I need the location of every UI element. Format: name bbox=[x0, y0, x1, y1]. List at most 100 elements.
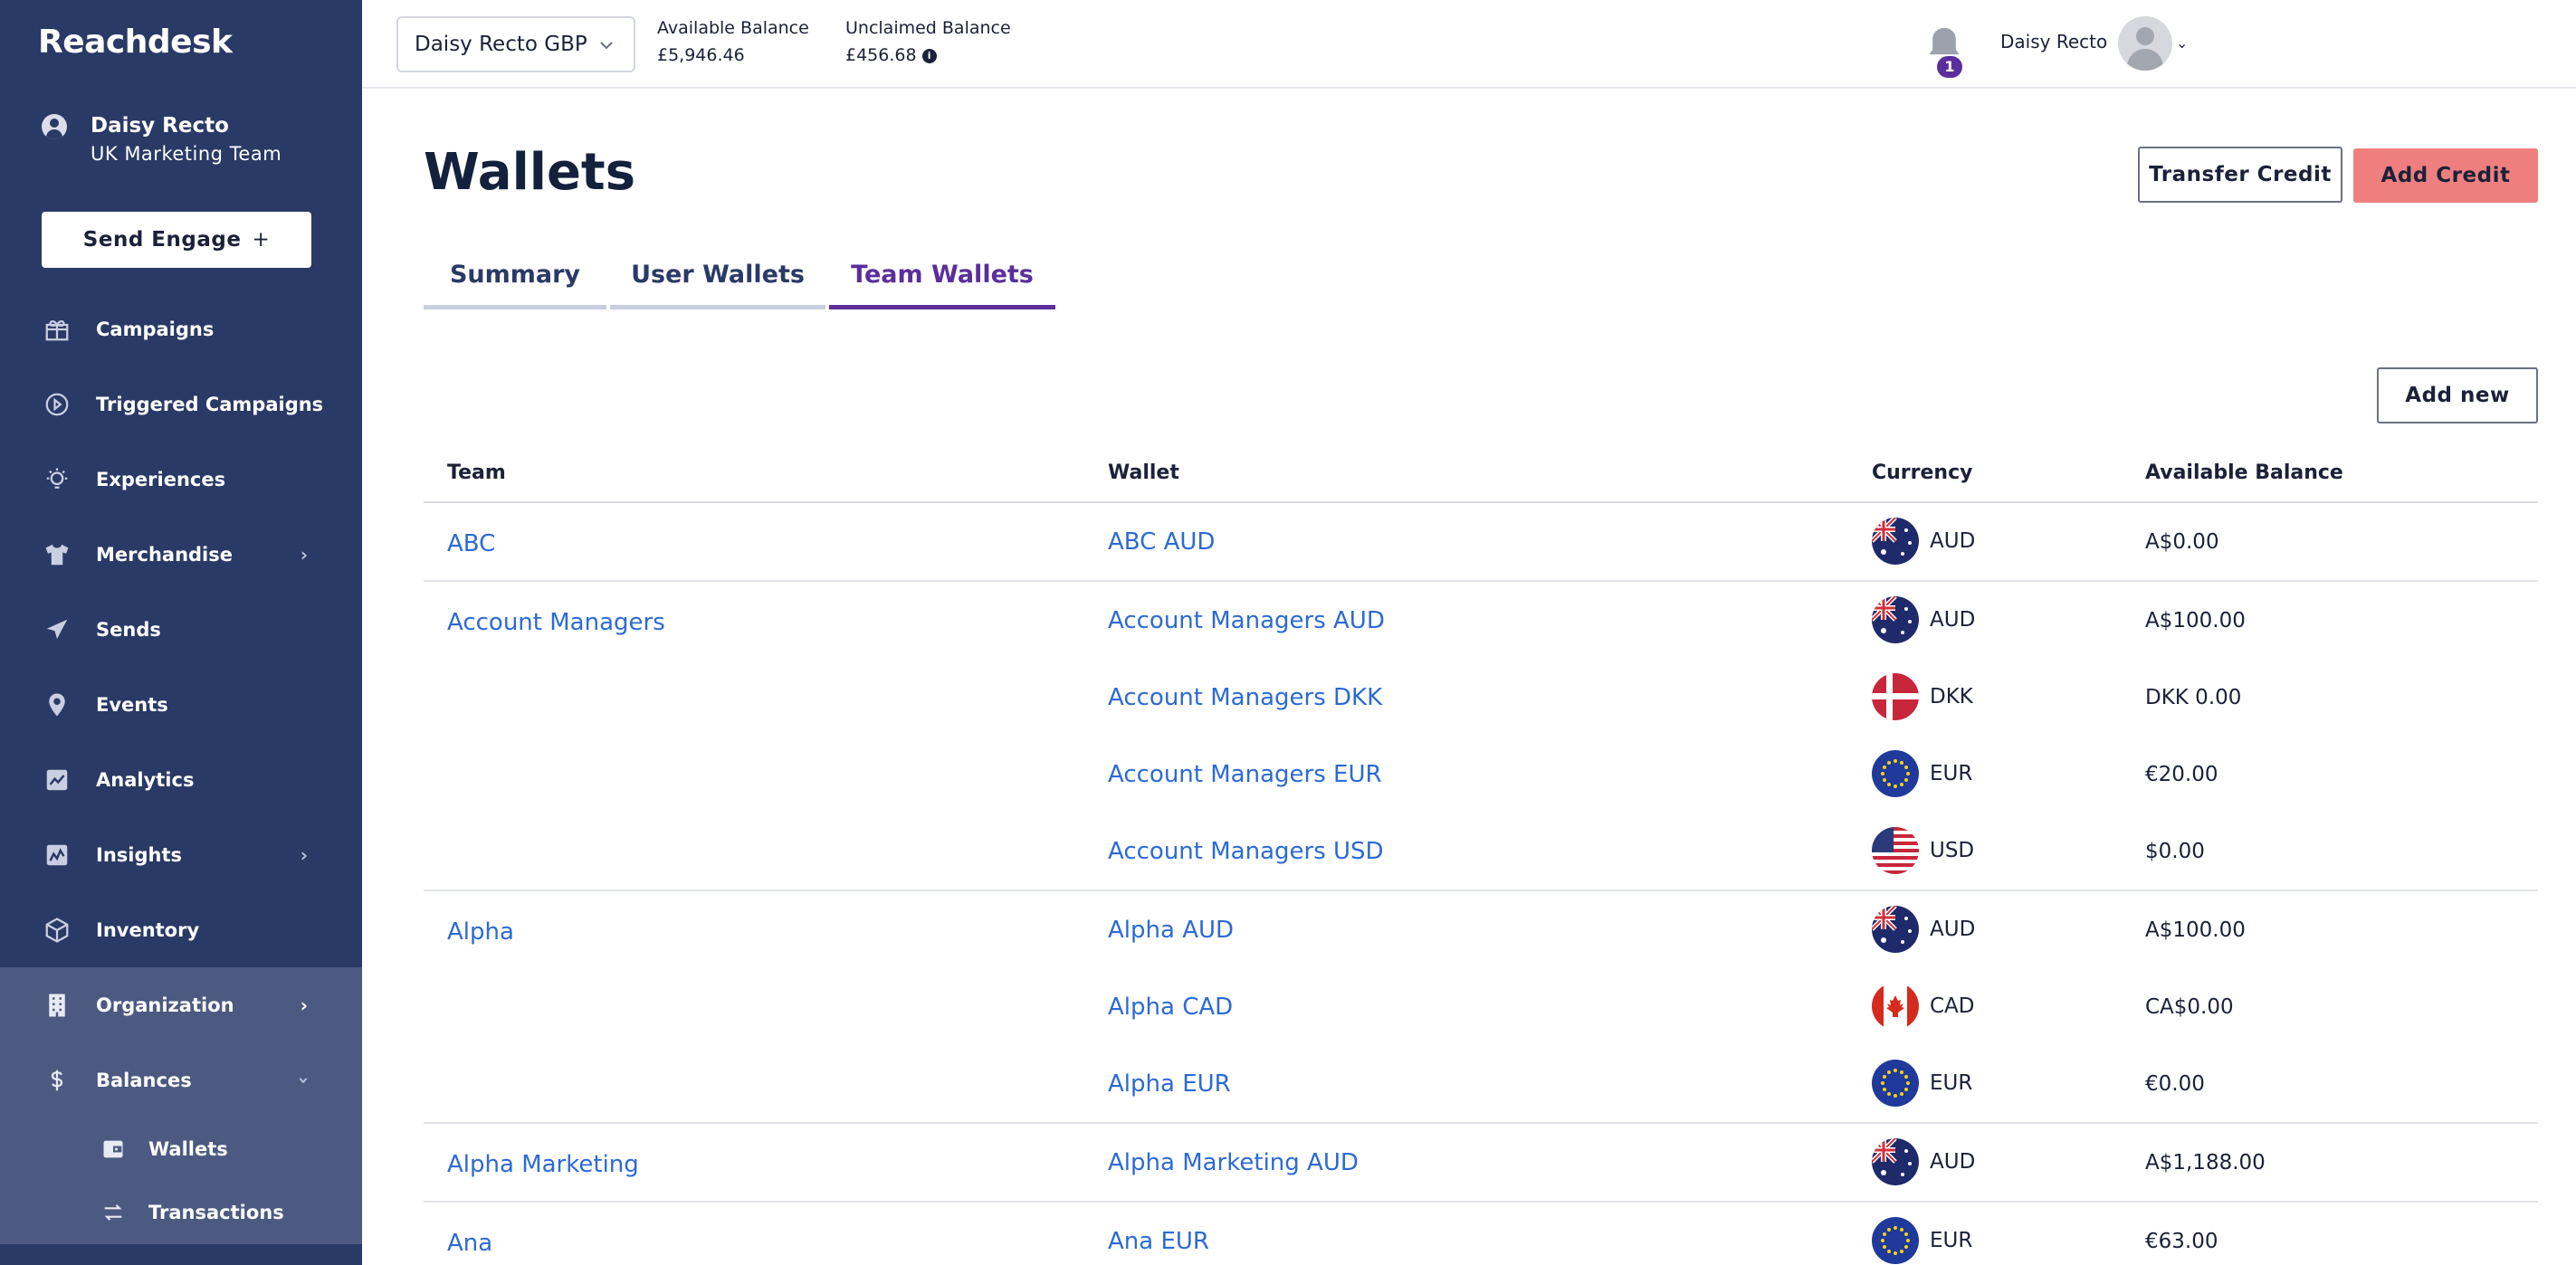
chevron-down-icon bbox=[596, 34, 617, 62]
available-balance-cell: $0.00 bbox=[2145, 840, 2205, 863]
column-header-wallet: Wallet bbox=[1108, 461, 1179, 484]
team-wallets-table: Team Wallet Currency Available Balance A… bbox=[424, 452, 2538, 1265]
wallet-link[interactable]: Account Managers AUD bbox=[1108, 607, 1385, 634]
sidebar-item-label: Events bbox=[96, 693, 168, 716]
sidebar-item-analytics[interactable]: Analytics bbox=[0, 742, 362, 817]
wallet-link[interactable]: Alpha AUD bbox=[1108, 917, 1234, 944]
available-balance-label: Available Balance bbox=[657, 18, 809, 38]
sidebar-item-label: Campaigns bbox=[96, 318, 215, 340]
plus-icon: + bbox=[252, 228, 271, 252]
sidebar-item-label: Inventory bbox=[96, 918, 200, 941]
currency-cell: EUR bbox=[1872, 1217, 1972, 1264]
wallet-icon bbox=[98, 1137, 129, 1162]
team-link[interactable]: Account Managers bbox=[447, 609, 665, 636]
caret-down-icon[interactable]: ⌄ bbox=[2176, 34, 2188, 52]
currency-cell: USD bbox=[1872, 827, 1974, 874]
currency-code: AUD bbox=[1930, 918, 1976, 941]
wallet-select[interactable]: Daisy Recto GBP bbox=[396, 16, 635, 72]
table-row: Alpha Alpha AUD AUD A$100.00 bbox=[424, 891, 2538, 968]
sidebar-item-merchandise[interactable]: Merchandise › bbox=[0, 517, 362, 592]
sidebar-item-triggered-campaigns[interactable]: Triggered Campaigns bbox=[0, 366, 362, 442]
sidebar-subitem-wallets[interactable]: Wallets bbox=[0, 1118, 362, 1181]
sidebar-subitem-label: Transactions bbox=[148, 1202, 284, 1223]
team-link[interactable]: Alpha bbox=[447, 918, 514, 946]
team-group: Ana Ana EUR EUR €63.00 bbox=[424, 1203, 2538, 1265]
wallet-link[interactable]: Account Managers USD bbox=[1108, 838, 1384, 865]
tab-user-wallets[interactable]: User Wallets bbox=[610, 261, 825, 309]
sidebar-item-insights[interactable]: Insights › bbox=[0, 817, 362, 892]
sidebar-item-experiences[interactable]: Experiences bbox=[0, 442, 362, 517]
sidebar-item-campaigns[interactable]: Campaigns bbox=[0, 291, 362, 366]
wallet-link[interactable]: Alpha CAD bbox=[1108, 994, 1233, 1021]
sidebar-item-label: Merchandise bbox=[96, 543, 233, 566]
unclaimed-balance-label: Unclaimed Balance bbox=[845, 18, 1011, 38]
table-row: ABC ABC AUD AUD A$0.00 bbox=[424, 503, 2538, 580]
wallet-link[interactable]: Account Managers DKK bbox=[1108, 684, 1382, 711]
add-credit-button[interactable]: Add Credit bbox=[2353, 148, 2538, 203]
team-link[interactable]: ABC bbox=[447, 530, 495, 557]
unclaimed-balance: Unclaimed Balance £456.68 i bbox=[845, 18, 1011, 65]
currency-code: EUR bbox=[1930, 762, 1973, 785]
table-row: Ana Ana EUR EUR €63.00 bbox=[424, 1203, 2538, 1265]
currency-cell: AUD bbox=[1872, 518, 1975, 565]
team-link[interactable]: Alpha Marketing bbox=[447, 1151, 639, 1178]
tshirt-icon bbox=[42, 539, 72, 570]
available-balance-cell: A$1,188.00 bbox=[2145, 1151, 2266, 1175]
send-engage-button[interactable]: Send Engage + bbox=[42, 212, 311, 268]
wallet-link[interactable]: Alpha EUR bbox=[1108, 1070, 1231, 1098]
info-icon[interactable]: i bbox=[921, 48, 937, 63]
sidebar-item-organization[interactable]: Organization › bbox=[0, 967, 362, 1042]
currency-cell: AUD bbox=[1872, 1138, 1975, 1185]
reachdesk-logo[interactable]: Reachdesk bbox=[38, 24, 233, 61]
dk-flag-icon bbox=[1872, 673, 1919, 720]
eu-flag-icon bbox=[1872, 1217, 1919, 1264]
currency-cell: EUR bbox=[1872, 1060, 1972, 1107]
box-icon bbox=[42, 915, 72, 946]
sidebar-item-events[interactable]: Events bbox=[0, 667, 362, 742]
available-balance-cell: A$100.00 bbox=[2145, 609, 2246, 632]
sidebar-item-sends[interactable]: Sends bbox=[0, 592, 362, 667]
currency-code: AUD bbox=[1930, 608, 1976, 632]
available-balance-cell: €63.00 bbox=[2145, 1230, 2218, 1253]
sidebar-item-inventory[interactable]: Inventory bbox=[0, 892, 362, 967]
available-balance: Available Balance £5,946.46 bbox=[657, 18, 809, 65]
currency-cell: AUD bbox=[1872, 906, 1975, 953]
au-flag-icon bbox=[1872, 1138, 1919, 1185]
table-header: Team Wallet Currency Available Balance bbox=[424, 452, 2538, 503]
table-row: Alpha Marketing Alpha Marketing AUD AUD A$1… bbox=[424, 1124, 2538, 1201]
currency-cell: EUR bbox=[1872, 750, 1972, 797]
wallet-link[interactable]: Account Managers EUR bbox=[1108, 761, 1382, 788]
sidebar-item-label: Insights bbox=[96, 843, 182, 866]
sidebar-user-team: UK Marketing Team bbox=[91, 143, 282, 165]
wallet-link[interactable]: ABC AUD bbox=[1108, 528, 1215, 556]
wallet-link[interactable]: Ana EUR bbox=[1108, 1228, 1209, 1255]
available-balance-cell: CA$0.00 bbox=[2145, 995, 2234, 1019]
avatar[interactable] bbox=[2118, 16, 2172, 71]
topbar-user-name[interactable]: Daisy Recto bbox=[2000, 31, 2107, 52]
eu-flag-icon bbox=[1872, 1060, 1919, 1107]
sidebar-item-balances[interactable]: Balances › bbox=[0, 1042, 362, 1118]
play-circle-icon bbox=[42, 389, 72, 420]
wallet-select-value: Daisy Recto GBP bbox=[415, 33, 587, 56]
sidebar-subitem-label: Wallets bbox=[148, 1138, 228, 1160]
wallet-tabs: Summary User Wallets Team Wallets bbox=[424, 261, 1059, 309]
table-row: Account Managers DKK DKK DKK 0.00 bbox=[424, 659, 2538, 736]
currency-code: EUR bbox=[1930, 1229, 1973, 1252]
team-group: Alpha Alpha AUD AUD A$100.00 Alpha CAD CAD CA$… bbox=[424, 891, 2538, 1124]
team-link[interactable]: Ana bbox=[447, 1230, 492, 1257]
ca-flag-icon bbox=[1872, 983, 1919, 1030]
wallet-link[interactable]: Alpha Marketing AUD bbox=[1108, 1149, 1359, 1176]
tab-team-wallets[interactable]: Team Wallets bbox=[829, 261, 1055, 309]
map-pin-icon bbox=[42, 690, 72, 720]
arrows-icon bbox=[98, 1200, 129, 1225]
sidebar-user-name: Daisy Recto bbox=[91, 114, 229, 138]
gift-icon bbox=[42, 314, 72, 345]
add-new-button[interactable]: Add new bbox=[2377, 367, 2538, 423]
au-flag-icon bbox=[1872, 906, 1919, 953]
sidebar-item-label: Triggered Campaigns bbox=[96, 393, 324, 415]
tab-summary[interactable]: Summary bbox=[424, 261, 606, 309]
paper-plane-icon bbox=[42, 614, 72, 645]
available-balance-cell: A$100.00 bbox=[2145, 918, 2246, 942]
sidebar-subitem-transactions[interactable]: Transactions bbox=[0, 1181, 362, 1244]
transfer-credit-button[interactable]: Transfer Credit bbox=[2138, 147, 2342, 203]
